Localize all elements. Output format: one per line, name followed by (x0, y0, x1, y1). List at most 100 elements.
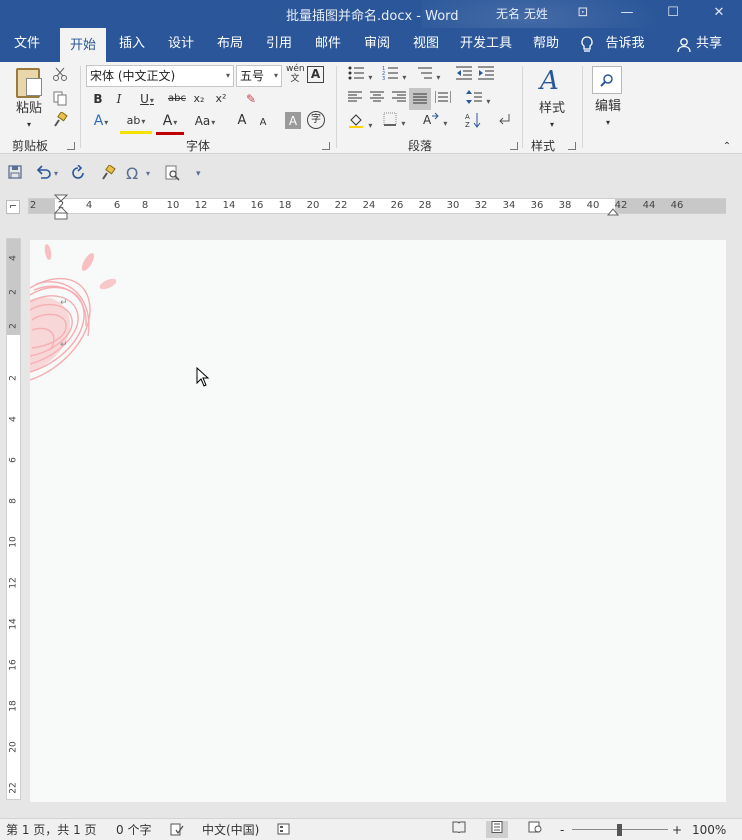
clipboard-launcher-icon[interactable] (67, 142, 75, 150)
change-case-button[interactable]: Aa (188, 112, 222, 132)
paste-icon[interactable] (16, 68, 42, 98)
word-count[interactable]: 0 个字 (116, 822, 151, 838)
format-painter-icon[interactable] (50, 111, 70, 132)
zoom-slider-thumb[interactable] (617, 824, 622, 836)
editing-dropdown-arrow[interactable]: ▾ (601, 114, 615, 132)
zoom-out-button[interactable]: - (560, 822, 564, 838)
clear-formatting-icon[interactable]: ✎ (242, 90, 260, 108)
pink-doodle-image (30, 244, 117, 381)
horizontal-ruler[interactable]: 2 2 4 6 8 10 12 14 16 18 20 22 24 26 28 30 32 34 36 38 40 42 4… (28, 198, 726, 214)
highlight-color-button[interactable]: ab (120, 112, 152, 134)
print-preview-icon[interactable] (164, 165, 180, 185)
tab-review[interactable]: 审阅 (355, 28, 399, 62)
maximize-button[interactable]: ☐ (662, 3, 684, 23)
tab-view[interactable]: 视图 (404, 28, 448, 62)
styles-icon[interactable]: A (540, 66, 566, 96)
bullets-icon[interactable] (345, 66, 375, 86)
align-right-icon[interactable] (389, 90, 409, 110)
zoom-in-button[interactable]: + (672, 822, 682, 838)
bold-button[interactable]: B (90, 90, 106, 108)
shading-icon[interactable] (345, 112, 375, 132)
page-count[interactable]: 第 1 页，共 1 页 (6, 822, 97, 838)
italic-button[interactable]: I (111, 90, 127, 108)
share-button[interactable]: 共享 (692, 28, 726, 62)
user-name[interactable]: 无名 无姓 (496, 5, 548, 22)
character-shading-button[interactable]: A (285, 112, 301, 129)
macro-recording-icon[interactable] (277, 822, 291, 840)
undo-icon[interactable] (36, 165, 52, 183)
zoom-level[interactable]: 100% (692, 822, 726, 838)
font-size-combo[interactable]: 五号 ▾ (236, 65, 282, 87)
read-mode-icon[interactable] (448, 821, 470, 838)
numbering-icon[interactable]: 123 (379, 66, 409, 86)
undo-dropdown-arrow[interactable]: ▾ (54, 165, 58, 183)
multilevel-list-icon[interactable] (413, 66, 443, 86)
line-spacing-icon[interactable] (463, 90, 493, 110)
paragraph-mark-icon[interactable] (494, 112, 514, 132)
ruler-tick-label: 20 (8, 741, 19, 753)
vertical-ruler[interactable]: 4 2 2 2 4 6 8 10 12 14 16 18 20 22 (6, 238, 21, 800)
ruler-tick-label: 10 (166, 200, 180, 211)
decrease-indent-icon[interactable] (454, 66, 474, 86)
align-center-icon[interactable] (367, 90, 387, 110)
right-indent-marker-icon[interactable] (607, 206, 619, 216)
ruler-tick-label: 16 (8, 659, 19, 671)
underline-button[interactable]: U (133, 90, 161, 110)
tab-selector[interactable]: ⌐ (6, 200, 20, 214)
insert-symbol-button[interactable]: Ω (126, 165, 138, 183)
tab-help[interactable]: 帮助 (524, 28, 568, 62)
shrink-font-button[interactable]: A (256, 114, 270, 132)
web-layout-icon[interactable] (524, 821, 546, 838)
search-icon[interactable] (592, 66, 622, 94)
close-button[interactable]: ✕ (708, 3, 730, 23)
styles-dropdown-arrow[interactable]: ▾ (545, 116, 559, 134)
subscript-button[interactable]: x₂ (190, 90, 208, 108)
paragraph-launcher-icon[interactable] (510, 142, 518, 150)
tab-references[interactable]: 引用 (257, 28, 301, 62)
copy-icon[interactable] (50, 90, 70, 110)
status-bar: 第 1 页，共 1 页 0 个字 中文(中国) - + 100% (0, 818, 742, 840)
ribbon-display-options-button[interactable]: ⊡ (572, 3, 594, 23)
customize-toolbar-icon[interactable]: ▾ (196, 165, 201, 183)
ruler-tick-label: 4 (8, 255, 19, 261)
redo-icon[interactable] (70, 164, 86, 185)
save-icon[interactable] (8, 165, 22, 183)
enclose-characters-button[interactable]: 字 (307, 111, 325, 129)
tab-insert[interactable]: 插入 (110, 28, 154, 62)
format-painter-qat-icon[interactable] (100, 164, 116, 185)
increase-indent-icon[interactable] (476, 66, 496, 86)
align-left-icon[interactable] (345, 90, 365, 110)
tab-developer[interactable]: 开发工具 (455, 28, 517, 62)
tab-layout[interactable]: 布局 (208, 28, 252, 62)
styles-launcher-icon[interactable] (568, 142, 576, 150)
strikethrough-button[interactable]: abc (166, 90, 188, 108)
proofing-icon[interactable] (170, 822, 184, 840)
indent-marker-icon[interactable] (54, 194, 68, 220)
tab-mailings[interactable]: 邮件 (306, 28, 350, 62)
phonetic-guide-button[interactable]: wén 文 (286, 64, 305, 84)
distributed-icon[interactable] (433, 90, 453, 110)
print-layout-icon[interactable] (486, 821, 508, 838)
sort-icon[interactable]: AZ (463, 112, 483, 132)
font-launcher-icon[interactable] (322, 142, 330, 150)
document-page[interactable]: ↵ ↵ (30, 240, 726, 802)
tell-me-button[interactable]: 告诉我 (602, 28, 648, 62)
tab-file[interactable]: 文件 (4, 28, 50, 62)
collapse-ribbon-icon[interactable]: ⌃ (720, 138, 734, 156)
tab-design[interactable]: 设计 (159, 28, 203, 62)
tab-home[interactable]: 开始 (60, 28, 106, 62)
minimize-button[interactable]: — (616, 3, 638, 23)
language-indicator[interactable]: 中文(中国) (202, 822, 259, 838)
font-name-combo[interactable]: 宋体 (中文正文) ▾ (86, 65, 234, 87)
paste-dropdown-arrow[interactable]: ▾ (22, 116, 36, 134)
text-effects-button[interactable]: A (88, 112, 114, 132)
grow-font-button[interactable]: A (234, 112, 250, 130)
justify-icon[interactable] (409, 88, 431, 110)
superscript-button[interactable]: x² (212, 90, 230, 108)
font-color-button[interactable]: A (156, 112, 184, 135)
symbol-dropdown-arrow[interactable]: ▾ (146, 165, 150, 183)
chinese-layout-icon[interactable]: A (420, 112, 450, 132)
borders-icon[interactable] (379, 112, 409, 132)
cut-icon[interactable] (50, 66, 70, 86)
character-border-button[interactable]: A (307, 66, 324, 83)
